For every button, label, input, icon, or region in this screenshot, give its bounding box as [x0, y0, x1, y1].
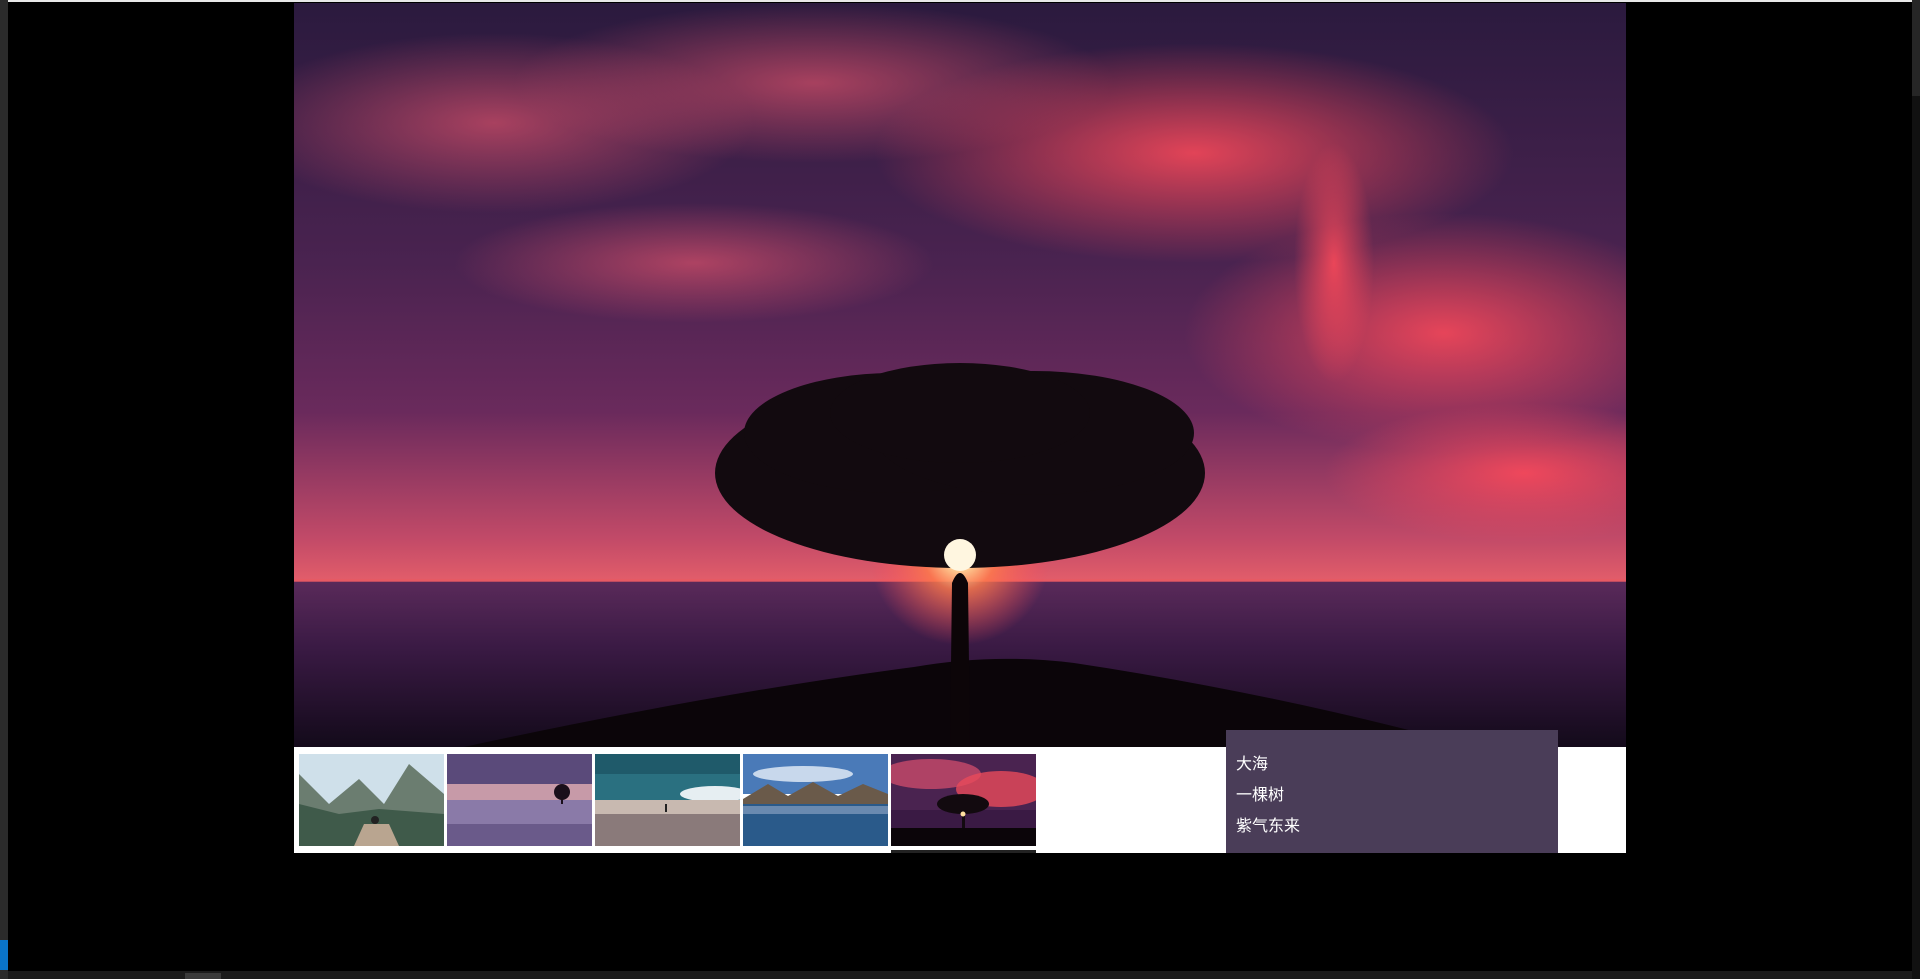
thumbnail-mountain-reflection[interactable]	[743, 754, 888, 846]
caption-item-sea[interactable]: 大海	[1236, 748, 1548, 779]
image-slider: 大海 一棵树 紫气东来	[294, 3, 1626, 853]
scrollbar-thumb[interactable]	[1912, 0, 1920, 96]
caption-item-purple-east[interactable]: 紫气东来	[1236, 810, 1548, 841]
bottom-status-bar	[8, 971, 1912, 979]
scrollbar-track[interactable]	[1912, 0, 1920, 979]
top-border	[0, 0, 1920, 2]
caption-list: 大海 一棵树 紫气东来	[1226, 730, 1558, 853]
bottom-tab-indicator[interactable]	[185, 973, 221, 979]
left-panel-edge	[0, 0, 8, 979]
thumbnail-mountain-lake[interactable]	[299, 754, 444, 846]
left-accent-marker	[0, 940, 8, 970]
thumbnail-lone-tree[interactable]	[447, 754, 592, 846]
caption-item-tree[interactable]: 一棵树	[1236, 779, 1548, 810]
thumbnail-beach[interactable]	[595, 754, 740, 846]
main-slide-image[interactable]	[294, 3, 1626, 747]
browser-viewport: 大海 一棵树 紫气东来	[0, 0, 1920, 979]
tree-sunset-image	[294, 3, 1626, 747]
thumbnail-tree-sunset[interactable]	[891, 754, 1036, 853]
